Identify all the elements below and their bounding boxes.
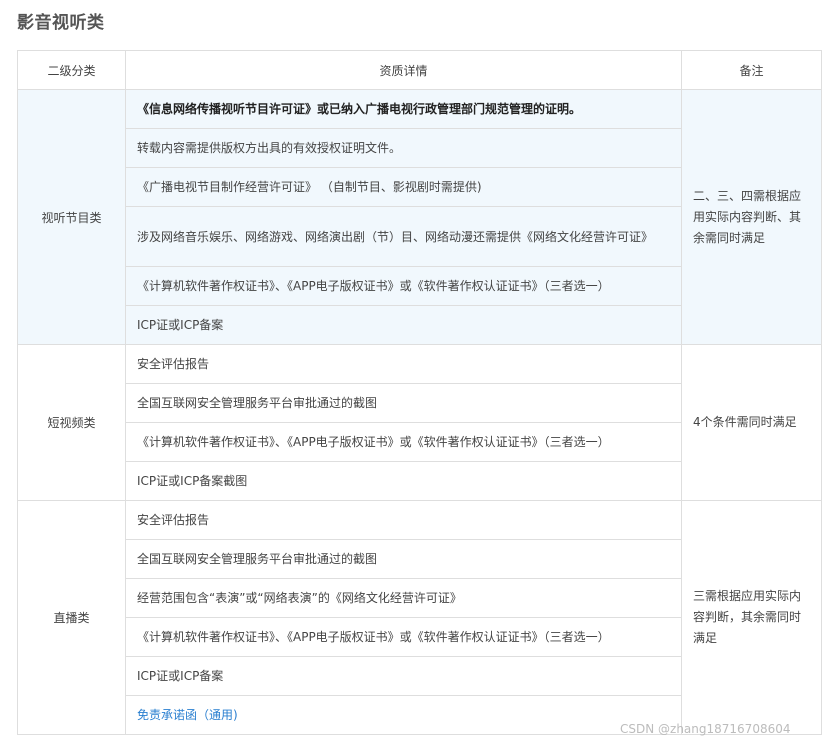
detail-cell: ICP证或ICP备案 xyxy=(125,656,682,696)
disclaimer-letter-link[interactable]: 免责承诺函（通用) xyxy=(125,695,682,735)
csdn-watermark: CSDN @zhang18716708604 xyxy=(620,722,791,736)
detail-cell: 安全评估报告 xyxy=(125,344,682,384)
table-row: 短视频类 安全评估报告 4个条件需同时满足 xyxy=(17,344,822,501)
detail-cell: 《广播电视节目制作经营许可证》 （自制节目、影视剧时需提供) xyxy=(125,167,682,207)
detail-cell: 转载内容需提供版权方出具的有效授权证明文件。 xyxy=(125,128,682,168)
detail-cell: ICP证或ICP备案 xyxy=(125,305,682,345)
detail-cell: 全国互联网安全管理服务平台审批通过的截图 xyxy=(125,383,682,423)
header-note: 备注 xyxy=(681,50,822,90)
table-row: 直播类 安全评估报告 三需根据应用实际内容判断，其余需同时满足 xyxy=(17,500,822,735)
page-title: 影音视听类 xyxy=(17,13,105,33)
detail-cell: 《计算机软件著作权证书》、《APP电子版权证书》或《软件著作权认证证书》（三者选… xyxy=(125,617,682,657)
header-detail: 资质详情 xyxy=(125,50,682,90)
note-cell-av-program: 二、三、四需根据应用实际内容判断、其余需同时满足 xyxy=(681,89,822,345)
qualification-table: 二级分类 资质详情 备注 视听节目类 《信息网络传播视听节目许可证》或已纳入广播… xyxy=(17,50,822,735)
detail-cell: ICP证或ICP备案截图 xyxy=(125,461,682,501)
table-row: 视听节目类 《信息网络传播视听节目许可证》或已纳入广播电视行政管理部门规范管理的… xyxy=(17,89,822,345)
category-cell-live: 直播类 xyxy=(17,500,126,735)
detail-cell: 《信息网络传播视听节目许可证》或已纳入广播电视行政管理部门规范管理的证明。 xyxy=(125,89,682,129)
detail-cell: 《计算机软件著作权证书》、《APP电子版权证书》或《软件著作权认证证书》（三者选… xyxy=(125,422,682,462)
detail-cell: 经营范围包含“表演”或“网络表演”的《网络文化经营许可证》 xyxy=(125,578,682,618)
table-header-row: 二级分类 资质详情 备注 xyxy=(17,50,822,90)
category-cell-short-video: 短视频类 xyxy=(17,344,126,501)
category-cell-av-program: 视听节目类 xyxy=(17,89,126,345)
header-category: 二级分类 xyxy=(17,50,126,90)
detail-cell: 安全评估报告 xyxy=(125,500,682,540)
detail-cell: 涉及网络音乐娱乐、网络游戏、网络演出剧（节）目、网络动漫还需提供《网络文化经营许… xyxy=(125,206,682,267)
note-cell-short-video: 4个条件需同时满足 xyxy=(681,344,822,501)
detail-cell: 全国互联网安全管理服务平台审批通过的截图 xyxy=(125,539,682,579)
note-cell-live: 三需根据应用实际内容判断，其余需同时满足 xyxy=(681,500,822,735)
detail-cell: 《计算机软件著作权证书》、《APP电子版权证书》或《软件著作权认证证书》（三者选… xyxy=(125,266,682,306)
